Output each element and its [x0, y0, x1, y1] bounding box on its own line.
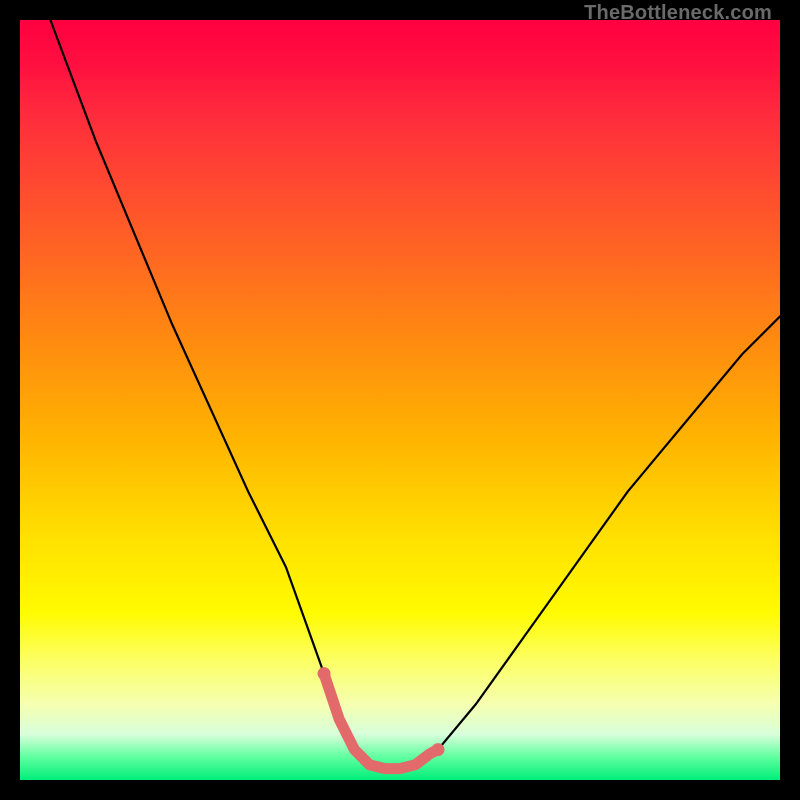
valley-highlight [324, 674, 438, 769]
valley-end-dot [432, 743, 445, 756]
plot-area [20, 20, 780, 780]
chart-frame: TheBottleneck.com [0, 0, 800, 800]
curve-svg [20, 20, 780, 780]
bottleneck-curve [50, 20, 780, 769]
valley-end-dot [318, 667, 331, 680]
